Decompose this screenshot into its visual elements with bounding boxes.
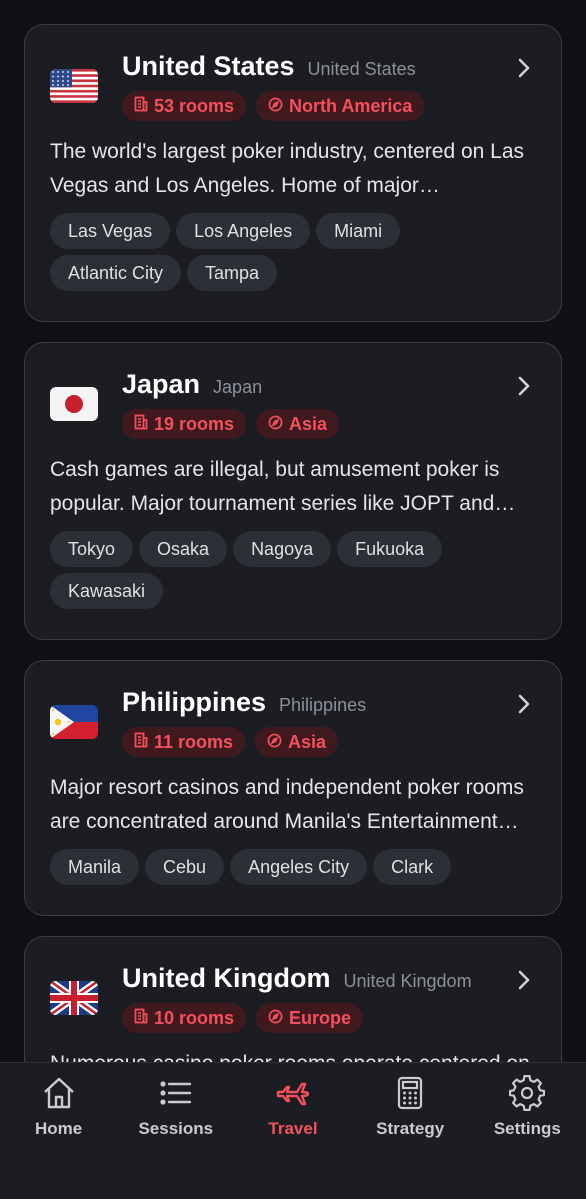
city-tags: Tokyo Osaka Nagoya Fukuoka Kawasaki bbox=[50, 531, 536, 615]
country-list[interactable]: United States United States 53 rooms North … bbox=[0, 0, 586, 1062]
tab-travel[interactable]: Travel bbox=[234, 1063, 351, 1199]
compass-icon bbox=[268, 414, 289, 435]
region-label: Europe bbox=[289, 1007, 352, 1028]
city-tag[interactable]: Tampa bbox=[187, 255, 278, 291]
tab-strategy[interactable]: Strategy bbox=[352, 1063, 469, 1199]
home-icon bbox=[41, 1075, 77, 1111]
card-header: Philippines Philippines 11 rooms Asia bbox=[50, 687, 536, 757]
region-label: Asia bbox=[288, 731, 327, 752]
tab-sessions[interactable]: Sessions bbox=[117, 1063, 234, 1199]
title-row: United Kingdom United Kingdom bbox=[122, 963, 536, 999]
card-header: United Kingdom United Kingdom 10 rooms Euro… bbox=[50, 963, 536, 1033]
badge-row: 53 rooms North America bbox=[122, 91, 536, 121]
building-icon bbox=[134, 96, 154, 117]
philippines-flag-icon bbox=[50, 705, 98, 739]
card-heading: United States United States 53 rooms North … bbox=[122, 51, 536, 121]
rooms-count: 10 rooms bbox=[154, 1007, 235, 1028]
city-tag[interactable]: Kawasaki bbox=[50, 573, 164, 609]
calculator-icon bbox=[392, 1075, 428, 1111]
title-row: Philippines Philippines bbox=[122, 687, 536, 723]
city-tag[interactable]: Las Vegas bbox=[50, 213, 171, 249]
city-tag[interactable]: Angeles City bbox=[230, 849, 368, 885]
title-row: Japan Japan bbox=[122, 369, 536, 405]
tab-label: Home bbox=[34, 1119, 83, 1138]
city-tag[interactable]: Los Angeles bbox=[176, 213, 311, 249]
airplane-icon bbox=[275, 1075, 311, 1111]
building-icon bbox=[134, 414, 154, 435]
japan-flag-icon bbox=[50, 387, 98, 421]
badge-row: 10 rooms Europe bbox=[122, 1003, 536, 1033]
country-subname: United Kingdom bbox=[343, 971, 472, 991]
tab-label: Strategy bbox=[376, 1119, 445, 1138]
region-badge: Europe bbox=[256, 1003, 364, 1033]
city-tag[interactable]: Tokyo bbox=[50, 531, 134, 567]
list-icon bbox=[158, 1075, 194, 1111]
tab-home[interactable]: Home bbox=[0, 1063, 117, 1199]
rooms-badge: 11 rooms bbox=[122, 727, 246, 757]
city-tags: Manila Cebu Angeles City Clark bbox=[50, 849, 536, 891]
building-icon bbox=[134, 732, 154, 753]
region-badge: Asia bbox=[256, 409, 340, 439]
city-tag[interactable]: Nagoya bbox=[233, 531, 332, 567]
country-description: Major resort casinos and independent pok… bbox=[50, 776, 524, 833]
chevron-right-icon[interactable] bbox=[515, 693, 533, 715]
city-tag[interactable]: Atlantic City bbox=[50, 255, 182, 291]
chevron-right-icon[interactable] bbox=[515, 375, 533, 397]
title-row: United States United States bbox=[122, 51, 536, 87]
uk-flag-icon bbox=[50, 981, 98, 1015]
compass-icon bbox=[268, 1008, 289, 1029]
chevron-right-icon[interactable] bbox=[515, 57, 533, 79]
compass-icon bbox=[267, 732, 288, 753]
rooms-badge: 53 rooms bbox=[122, 91, 247, 121]
city-tag[interactable]: Manila bbox=[50, 849, 140, 885]
badge-row: 11 rooms Asia bbox=[122, 727, 536, 757]
us-flag-icon bbox=[50, 69, 98, 103]
card-header: United States United States 53 rooms North … bbox=[50, 51, 536, 121]
region-label: Asia bbox=[289, 413, 328, 434]
country-card[interactable]: United States United States 53 rooms North … bbox=[24, 24, 562, 322]
country-name: Philippines bbox=[122, 687, 267, 717]
chevron-right-icon[interactable] bbox=[515, 969, 533, 991]
country-card[interactable]: United Kingdom United Kingdom 10 rooms Euro… bbox=[24, 936, 562, 1062]
country-description: The world's largest poker industry, cent… bbox=[50, 140, 525, 197]
region-badge: North America bbox=[256, 91, 425, 121]
country-name: Japan bbox=[122, 369, 201, 399]
compass-icon bbox=[268, 96, 289, 117]
rooms-count: 53 rooms bbox=[154, 95, 235, 116]
rooms-count: 11 rooms bbox=[154, 731, 234, 752]
building-icon bbox=[134, 1008, 154, 1029]
rooms-count: 19 rooms bbox=[154, 413, 235, 434]
card-header: Japan Japan 19 rooms Asia bbox=[50, 369, 536, 439]
card-heading: Japan Japan 19 rooms Asia bbox=[122, 369, 536, 439]
rooms-badge: 19 rooms bbox=[122, 409, 247, 439]
country-subname: Philippines bbox=[279, 695, 367, 715]
country-description: Numerous casino poker rooms operate cent… bbox=[50, 1047, 536, 1062]
city-tag[interactable]: Clark bbox=[373, 849, 452, 885]
tab-bar: Home Sessions Travel Strategy Settings bbox=[0, 1062, 586, 1199]
city-tag[interactable]: Fukuoka bbox=[337, 531, 443, 567]
country-name: United Kingdom bbox=[122, 963, 331, 993]
region-label: North America bbox=[289, 95, 413, 116]
country-subname: Japan bbox=[213, 377, 263, 397]
country-subname: United States bbox=[307, 59, 416, 79]
app-screen: United States United States 53 rooms North … bbox=[0, 0, 586, 1199]
gear-icon bbox=[509, 1074, 546, 1112]
country-card[interactable]: Philippines Philippines 11 rooms Asia Major … bbox=[24, 660, 562, 916]
country-name: United States bbox=[122, 51, 295, 81]
city-tag[interactable]: Miami bbox=[316, 213, 401, 249]
tab-settings[interactable]: Settings bbox=[469, 1063, 586, 1199]
city-tag[interactable]: Cebu bbox=[145, 849, 225, 885]
country-card[interactable]: Japan Japan 19 rooms Asia Cash games are ill… bbox=[24, 342, 562, 640]
region-badge: Asia bbox=[255, 727, 339, 757]
card-heading: Philippines Philippines 11 rooms Asia bbox=[122, 687, 536, 757]
tab-label: Sessions bbox=[138, 1119, 214, 1138]
city-tag[interactable]: Osaka bbox=[139, 531, 228, 567]
city-tags: Las Vegas Los Angeles Miami Atlantic City Ta… bbox=[50, 213, 536, 297]
badge-row: 19 rooms Asia bbox=[122, 409, 536, 439]
tab-label: Travel bbox=[268, 1119, 318, 1138]
country-description: Cash games are illegal, but amusement po… bbox=[50, 458, 500, 515]
rooms-badge: 10 rooms bbox=[122, 1003, 247, 1033]
card-heading: United Kingdom United Kingdom 10 rooms Euro… bbox=[122, 963, 536, 1033]
tab-label: Settings bbox=[493, 1119, 561, 1138]
